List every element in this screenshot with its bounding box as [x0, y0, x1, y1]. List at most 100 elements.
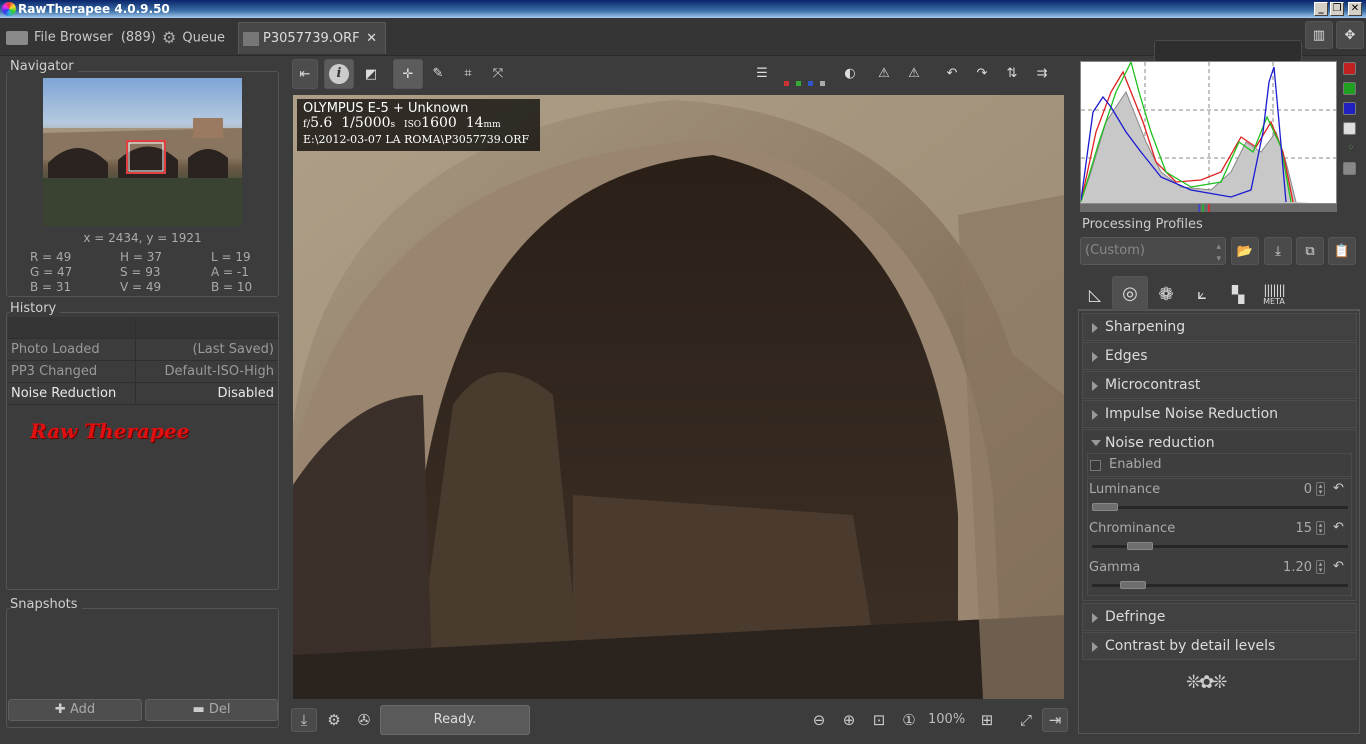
color-icon[interactable]: ❁	[1150, 278, 1182, 310]
add-snapshot-button[interactable]: ✚ Add	[8, 699, 142, 721]
gamma-slider-thumb[interactable]	[1119, 581, 1146, 589]
chrominance-slider[interactable]	[1092, 542, 1348, 550]
straighten-icon[interactable]: ⤧	[484, 59, 512, 87]
shadow-clip-warning-icon[interactable]: ⚠	[870, 59, 898, 87]
bridge-arch-photo	[293, 95, 1064, 699]
paste-profile-icon[interactable]: 📋	[1328, 237, 1356, 265]
zoom-fit-icon[interactable]: ⊡	[866, 708, 892, 732]
processing-profile-select[interactable]: (Custom) ▴ ▾	[1080, 237, 1226, 265]
histogram-raw-toggle-icon[interactable]: ⁘	[1347, 143, 1355, 153]
flip-horizontal-icon[interactable]: ⇉	[1028, 59, 1056, 87]
hide-left-panel-icon[interactable]: ⇤	[292, 59, 318, 89]
preview-channel-icon[interactable]: ☰	[748, 59, 776, 87]
white-balance-picker-icon[interactable]: ✎	[424, 59, 452, 87]
editor-tab-bar: File Browser (889) ⚙ Queue P3057739.ORF ✕…	[0, 18, 1366, 68]
tab-file-browser[interactable]: File Browser (889)	[6, 22, 158, 54]
luminance-reset-icon[interactable]: ↶	[1333, 481, 1344, 496]
zoom-level: 100%	[928, 712, 966, 727]
defringe-section[interactable]: Defringe	[1082, 603, 1357, 631]
crop-icon[interactable]: ⌗	[454, 59, 482, 87]
tab-queue[interactable]: ⚙ Queue	[162, 22, 232, 54]
ornament-divider-icon: ❊✿❊	[1186, 672, 1227, 693]
gamma-slider[interactable]	[1092, 581, 1348, 589]
hand-tool-icon[interactable]: ✛	[393, 59, 423, 89]
camera-model: OLYMPUS E-5 + Unknown	[303, 101, 469, 116]
chrominance-value[interactable]: 15	[1270, 521, 1312, 536]
navigator-thumbnail[interactable]	[43, 78, 242, 226]
sharpening-section[interactable]: Sharpening	[1082, 313, 1357, 341]
metadata-icon[interactable]: ||||||| META	[1258, 278, 1290, 310]
save-image-icon[interactable]: ⤓	[291, 708, 317, 732]
detail-icon[interactable]: ◎	[1112, 276, 1148, 310]
green-channel-icon[interactable]	[796, 81, 801, 86]
history-list: Photo Loaded (Last Saved) PP3 Changed Defa…	[8, 317, 278, 405]
microcontrast-section[interactable]: Microcontrast	[1082, 371, 1357, 399]
enabled-checkbox[interactable]	[1090, 460, 1101, 471]
transform-icon[interactable]: ⟀	[1186, 278, 1218, 310]
metadata-label: META	[1263, 296, 1285, 306]
zoom-100-icon[interactable]: ①	[896, 708, 922, 732]
history-row[interactable]: Photo Loaded (Last Saved)	[8, 339, 278, 361]
history-value: (Last Saved)	[192, 342, 274, 357]
exposure-icon[interactable]: ◺	[1080, 278, 1110, 310]
navigator-bridge-preview	[43, 118, 242, 226]
rotate-left-icon[interactable]: ↶	[938, 59, 966, 87]
edges-section[interactable]: Edges	[1082, 342, 1357, 370]
rotate-right-icon[interactable]: ↷	[968, 59, 996, 87]
histogram-blue-toggle-icon[interactable]	[1343, 102, 1356, 115]
history-value: Disabled	[217, 386, 274, 401]
queue-settings-icon[interactable]: ⚙	[321, 708, 347, 732]
blue-channel-icon[interactable]	[808, 81, 813, 86]
chrominance-spin-icon[interactable]: ▴ ▾	[1316, 521, 1325, 535]
history-row[interactable]: PP3 Changed Default-ISO-High	[8, 361, 278, 383]
flip-vertical-icon[interactable]: ⇅	[998, 59, 1026, 87]
save-profile-icon[interactable]: ⤓	[1264, 237, 1292, 265]
luminance-value[interactable]: 0	[1270, 482, 1312, 497]
gamma-reset-icon[interactable]: ↶	[1333, 559, 1344, 574]
focus-mask-icon[interactable]: ◐	[836, 59, 864, 87]
fullscreen-icon[interactable]: ✥	[1336, 21, 1364, 49]
chevron-updown-icon: ▴ ▾	[1216, 242, 1221, 264]
histogram-red-toggle-icon[interactable]	[1343, 62, 1356, 75]
close-button[interactable]: ✕	[1348, 2, 1362, 16]
zoom-out-icon[interactable]: ⊖	[806, 708, 832, 732]
minimize-button[interactable]: _	[1314, 2, 1328, 16]
chrominance-reset-icon[interactable]: ↶	[1333, 520, 1344, 535]
new-detail-window-icon[interactable]: ⊞	[974, 708, 1000, 732]
histogram-green-toggle-icon[interactable]	[1343, 82, 1356, 95]
luminance-slider[interactable]	[1092, 503, 1348, 511]
gamma-spin-icon[interactable]: ▴ ▾	[1316, 560, 1325, 574]
highlight-clip-warning-icon[interactable]: ⚠	[900, 59, 928, 87]
luminance-channel-icon[interactable]	[820, 81, 825, 86]
maximize-button[interactable]: ❐	[1330, 2, 1344, 16]
zoom-in-icon[interactable]: ⊕	[836, 708, 862, 732]
hide-right-panel-icon[interactable]: ⇥	[1042, 708, 1068, 732]
contrast-by-detail-levels-section[interactable]: Contrast by detail levels	[1082, 632, 1357, 660]
history-row-selected[interactable]: Noise Reduction Disabled	[8, 383, 278, 405]
image-icon	[243, 31, 259, 46]
copy-profile-icon[interactable]: ⧉	[1296, 237, 1324, 265]
histogram-bar-toggle-icon[interactable]	[1343, 162, 1356, 175]
send-to-editor-icon[interactable]: ✇	[351, 708, 377, 732]
app-logo-icon	[2, 2, 16, 16]
load-profile-icon[interactable]: 📂	[1231, 237, 1259, 265]
delete-snapshot-button[interactable]: ▬ Del	[145, 699, 278, 721]
panel-layout-icon[interactable]: ▥	[1305, 21, 1333, 49]
luminance-slider-thumb[interactable]	[1092, 503, 1118, 511]
expander-down-icon[interactable]	[1091, 440, 1101, 446]
tab-close-icon[interactable]: ✕	[366, 23, 377, 55]
chrominance-slider-thumb[interactable]	[1126, 542, 1153, 550]
section-label[interactable]: Noise reduction	[1105, 435, 1215, 451]
histogram-value-toggle-icon[interactable]	[1343, 122, 1356, 135]
toggle-fullscreen-icon[interactable]: ⤢	[1013, 708, 1039, 732]
tab-image-editor[interactable]: P3057739.ORF ✕	[238, 22, 386, 54]
gamma-value[interactable]: 1.20	[1270, 560, 1312, 575]
minus-icon: ▬	[192, 702, 205, 717]
red-channel-icon[interactable]	[784, 81, 789, 86]
info-toggle-icon[interactable]: i	[324, 59, 354, 89]
image-preview[interactable]	[293, 95, 1064, 699]
luminance-spin-icon[interactable]: ▴ ▾	[1316, 482, 1325, 496]
impulse-noise-reduction-section[interactable]: Impulse Noise Reduction	[1082, 400, 1357, 428]
before-after-icon[interactable]: ◩	[356, 59, 386, 89]
raw-icon[interactable]: ▚	[1222, 278, 1254, 310]
